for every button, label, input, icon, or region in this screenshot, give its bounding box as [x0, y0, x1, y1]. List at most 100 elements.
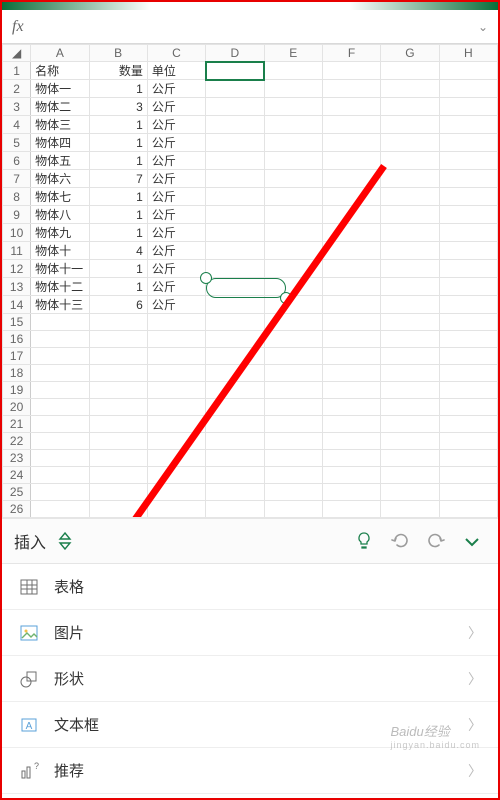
cell[interactable] [147, 501, 205, 518]
row-header[interactable]: 4 [3, 116, 31, 134]
cell[interactable] [264, 501, 322, 518]
cell[interactable]: 物体十二 [31, 278, 89, 296]
cell[interactable] [31, 467, 89, 484]
cell[interactable] [89, 348, 147, 365]
cell[interactable] [206, 116, 264, 134]
cell[interactable] [264, 170, 322, 188]
row-header[interactable]: 19 [3, 382, 31, 399]
cell[interactable]: 单位 [147, 62, 205, 80]
cell[interactable] [264, 296, 322, 314]
row-header[interactable]: 13 [3, 278, 31, 296]
cell[interactable]: 1 [89, 260, 147, 278]
redo-icon[interactable] [422, 527, 450, 555]
menu-item-table[interactable]: 表格 [2, 564, 498, 610]
cell[interactable] [381, 314, 439, 331]
cell[interactable] [439, 314, 497, 331]
row-header[interactable]: 14 [3, 296, 31, 314]
collapse-panel-icon[interactable] [458, 527, 486, 555]
col-header[interactable]: C [147, 45, 205, 62]
cell[interactable] [439, 260, 497, 278]
col-header[interactable]: D [206, 45, 264, 62]
cell[interactable] [147, 314, 205, 331]
cell[interactable] [439, 62, 497, 80]
cell[interactable]: 物体二 [31, 98, 89, 116]
cell[interactable] [264, 188, 322, 206]
cell[interactable] [206, 188, 264, 206]
col-header[interactable]: E [264, 45, 322, 62]
formula-bar[interactable]: fx ⌄ [2, 10, 498, 44]
inserted-shape-rounded-rect[interactable] [206, 278, 286, 298]
row-header[interactable]: 23 [3, 450, 31, 467]
cell[interactable] [31, 484, 89, 501]
row-header[interactable]: 10 [3, 224, 31, 242]
cell[interactable] [89, 331, 147, 348]
cell[interactable] [264, 116, 322, 134]
cell[interactable] [381, 450, 439, 467]
cell[interactable] [147, 416, 205, 433]
cell[interactable] [264, 242, 322, 260]
cell[interactable]: 1 [89, 206, 147, 224]
cell[interactable] [439, 501, 497, 518]
cell[interactable] [381, 188, 439, 206]
cell[interactable]: 物体七 [31, 188, 89, 206]
cell[interactable] [439, 467, 497, 484]
cell[interactable] [322, 170, 380, 188]
row-header[interactable]: 25 [3, 484, 31, 501]
menu-item-textbox[interactable]: A 文本框 〉 [2, 702, 498, 748]
cell[interactable] [89, 416, 147, 433]
col-header[interactable]: G [381, 45, 439, 62]
cell[interactable]: 公斤 [147, 188, 205, 206]
cell[interactable] [439, 348, 497, 365]
cell[interactable]: 公斤 [147, 170, 205, 188]
cell[interactable] [439, 416, 497, 433]
cell[interactable] [31, 433, 89, 450]
cell[interactable] [322, 242, 380, 260]
cell[interactable] [381, 348, 439, 365]
cell[interactable] [147, 331, 205, 348]
cell[interactable] [206, 296, 264, 314]
cell[interactable] [206, 399, 264, 416]
cell[interactable] [381, 484, 439, 501]
cell[interactable] [322, 260, 380, 278]
cell[interactable] [31, 331, 89, 348]
cell[interactable] [381, 331, 439, 348]
cell[interactable] [322, 433, 380, 450]
cell[interactable] [322, 365, 380, 382]
cell[interactable] [322, 98, 380, 116]
col-header[interactable]: B [89, 45, 147, 62]
cell[interactable]: 公斤 [147, 278, 205, 296]
chevron-down-icon[interactable]: ⌄ [478, 20, 488, 34]
cell[interactable] [89, 467, 147, 484]
row-header[interactable]: 7 [3, 170, 31, 188]
menu-item-picture[interactable]: 图片 〉 [2, 610, 498, 656]
cell[interactable] [206, 152, 264, 170]
cell[interactable] [439, 170, 497, 188]
cell[interactable] [264, 134, 322, 152]
shape-handle[interactable] [280, 292, 292, 304]
cell[interactable] [31, 450, 89, 467]
cell[interactable] [264, 348, 322, 365]
cell[interactable] [322, 382, 380, 399]
cell[interactable]: 1 [89, 116, 147, 134]
cell[interactable] [206, 416, 264, 433]
cell[interactable] [147, 365, 205, 382]
cell[interactable] [206, 450, 264, 467]
cell[interactable] [439, 382, 497, 399]
row-header[interactable]: 11 [3, 242, 31, 260]
cell[interactable] [322, 467, 380, 484]
cell[interactable]: 物体五 [31, 152, 89, 170]
cell[interactable] [31, 348, 89, 365]
cell[interactable] [264, 314, 322, 331]
cell[interactable] [381, 365, 439, 382]
cell[interactable]: 公斤 [147, 242, 205, 260]
cell[interactable] [147, 399, 205, 416]
cell[interactable] [381, 170, 439, 188]
cell[interactable] [206, 62, 264, 80]
cell[interactable] [264, 450, 322, 467]
cell[interactable] [381, 80, 439, 98]
cell[interactable]: 公斤 [147, 206, 205, 224]
cell[interactable] [439, 152, 497, 170]
lightbulb-icon[interactable] [350, 527, 378, 555]
cell[interactable]: 1 [89, 80, 147, 98]
cell[interactable]: 7 [89, 170, 147, 188]
